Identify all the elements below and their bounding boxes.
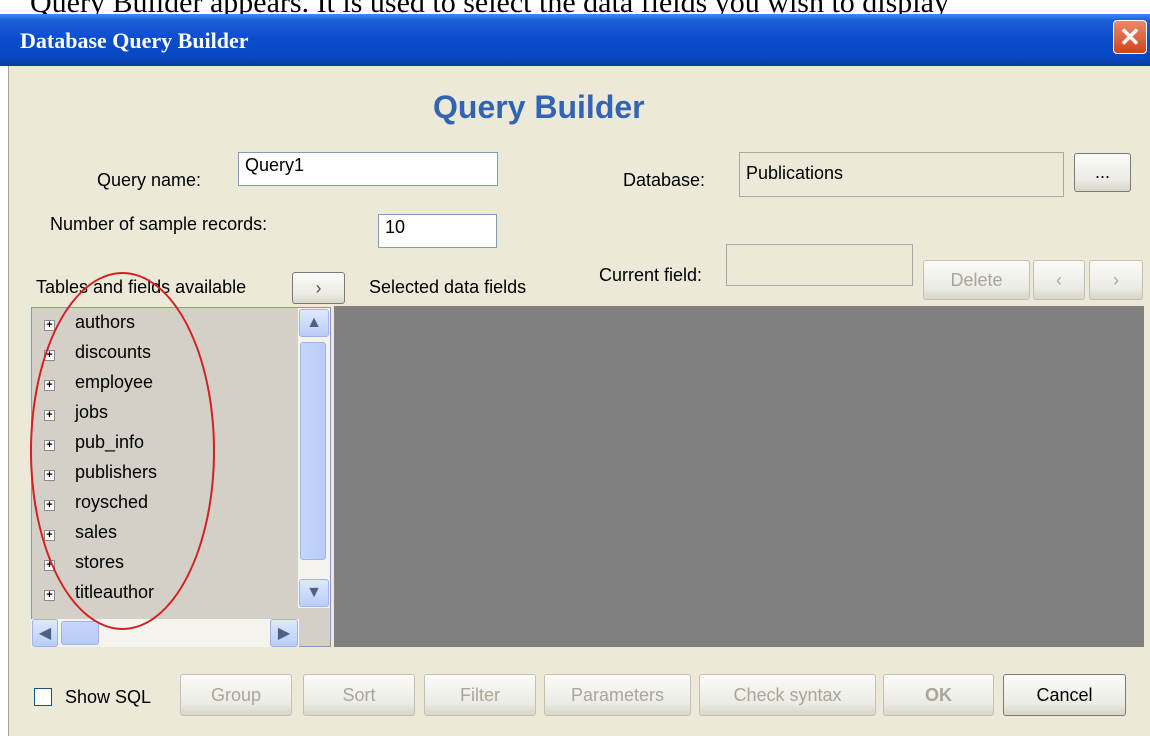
chevron-down-icon: ▼: [306, 584, 322, 601]
move-right-button[interactable]: ›: [1089, 260, 1143, 300]
cancel-label: Cancel: [1036, 684, 1093, 705]
ok-button[interactable]: OK: [883, 674, 994, 716]
tree-item-label: titleauthor: [75, 582, 155, 602]
add-field-button[interactable]: ›: [292, 272, 345, 304]
tree-item-label: stores: [75, 552, 125, 572]
scroll-thumb[interactable]: [300, 342, 326, 560]
check-syntax-label: Check syntax: [733, 684, 842, 705]
sample-records-label: Number of sample records:: [50, 214, 268, 234]
tree-horizontal-scrollbar[interactable]: ◀ ▶: [31, 619, 299, 647]
expand-icon[interactable]: +: [44, 590, 55, 601]
browse-label: ...: [1094, 162, 1110, 182]
tree-item-label: employee: [75, 372, 154, 392]
scroll-down-button[interactable]: ▼: [299, 579, 329, 607]
chevron-left-icon: ‹: [1056, 269, 1062, 290]
browse-database-button[interactable]: ...: [1074, 153, 1131, 192]
filter-button[interactable]: Filter: [424, 674, 536, 716]
window-title: Database Query Builder: [20, 28, 249, 53]
chevron-right-icon: ›: [315, 277, 322, 298]
tree-item-label: discounts: [75, 342, 152, 362]
expand-icon[interactable]: +: [44, 470, 55, 481]
sort-button[interactable]: Sort: [303, 674, 415, 716]
tree-item-label: sales: [75, 522, 118, 542]
delete-label: Delete: [950, 269, 1003, 290]
expand-icon[interactable]: +: [44, 350, 55, 361]
current-field-label: Current field:: [599, 265, 703, 285]
ok-label: OK: [925, 684, 952, 705]
sort-label: Sort: [342, 684, 376, 705]
expand-icon[interactable]: +: [44, 560, 55, 571]
query-name-input[interactable]: Query1: [238, 152, 498, 186]
expand-icon[interactable]: +: [44, 530, 55, 541]
show-sql-label: Show SQL: [65, 687, 152, 707]
selected-fields-label: Selected data fields: [369, 277, 527, 297]
chevron-right-icon: ›: [1113, 269, 1119, 290]
tree-item-label: authors: [75, 312, 136, 332]
sample-records-input[interactable]: 10: [378, 214, 497, 248]
scroll-left-button[interactable]: ◀: [32, 619, 58, 647]
scroll-up-button[interactable]: ▲: [299, 309, 329, 337]
chevron-right-icon: ▶: [277, 625, 291, 642]
parameters-button[interactable]: Parameters: [544, 674, 691, 716]
chevron-left-icon: ◀: [38, 625, 52, 642]
close-icon: ✕: [1119, 21, 1141, 52]
tree-item-label: roysched: [75, 492, 149, 512]
expand-icon[interactable]: +: [44, 440, 55, 451]
query-name-label: Query name:: [97, 170, 202, 190]
database-field: Publications: [739, 152, 1064, 197]
chevron-up-icon: ▲: [306, 314, 322, 331]
window-titlebar: Database Query Builder ✕: [0, 14, 1150, 66]
filter-label: Filter: [460, 684, 500, 705]
show-sql-checkbox[interactable]: [34, 688, 52, 706]
group-button[interactable]: Group: [180, 674, 292, 716]
expand-icon[interactable]: +: [44, 320, 55, 331]
tree-vertical-scrollbar[interactable]: ▲ ▼: [298, 308, 330, 608]
tree-item-label: jobs: [75, 402, 109, 422]
cancel-button[interactable]: Cancel: [1003, 674, 1126, 716]
scroll-thumb[interactable]: [61, 621, 99, 645]
move-left-button[interactable]: ‹: [1033, 260, 1085, 300]
delete-button[interactable]: Delete: [923, 260, 1030, 300]
selected-fields-panel[interactable]: [334, 306, 1144, 647]
expand-icon[interactable]: +: [44, 380, 55, 391]
tree-item-label: publishers: [75, 462, 158, 482]
expand-icon[interactable]: +: [44, 410, 55, 421]
page-title: Query Builder: [433, 89, 645, 125]
group-label: Group: [210, 684, 262, 705]
database-label: Database:: [623, 170, 706, 190]
scroll-right-button[interactable]: ▶: [270, 619, 298, 647]
tables-tree[interactable]: + authors + discounts + employee + jobs …: [31, 307, 331, 647]
current-field-input: [726, 244, 913, 286]
close-button[interactable]: ✕: [1113, 20, 1147, 54]
tree-item-label: pub_info: [75, 432, 145, 452]
parameters-label: Parameters: [570, 684, 665, 705]
check-syntax-button[interactable]: Check syntax: [699, 674, 876, 716]
expand-icon[interactable]: +: [44, 500, 55, 511]
tables-panel-label: Tables and fields available: [36, 277, 247, 297]
